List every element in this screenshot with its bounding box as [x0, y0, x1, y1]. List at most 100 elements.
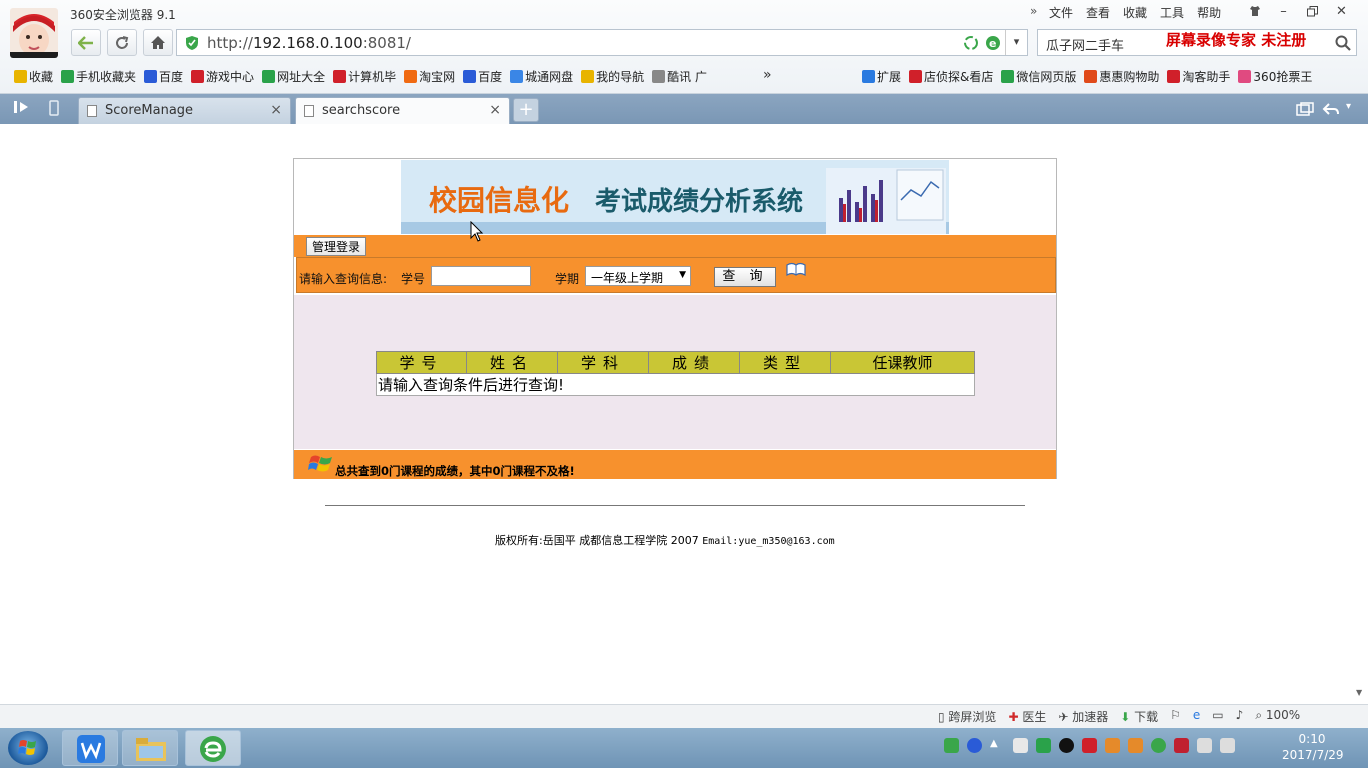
bookmark-item[interactable]: 网址大全 [262, 68, 325, 85]
student-id-input[interactable] [431, 266, 531, 286]
ie-icon[interactable]: e [1193, 708, 1200, 725]
recycle-icon[interactable] [964, 36, 978, 50]
tab-scoremanage[interactable]: ScoreManage × [78, 97, 291, 124]
tray-expand-icon[interactable]: ▲ [990, 738, 1005, 753]
scroll-down-icon[interactable]: ▼ [1356, 688, 1362, 697]
clock-date: 2017/7/29 [1282, 748, 1344, 762]
tab-close-icon[interactable]: × [489, 102, 501, 118]
extension-item[interactable]: 微信网页版 [1001, 68, 1076, 85]
extension-item[interactable]: 扩展 [862, 68, 901, 85]
flag-icon[interactable]: ⚐ [1170, 708, 1181, 725]
bookmark-icon [1001, 70, 1015, 83]
extension-item[interactable]: 360抢票王 [1238, 68, 1312, 85]
new-tab-button[interactable]: + [513, 98, 539, 122]
extensions-bar: 扩展 店侦探&看店 微信网页版 惠惠购物助 淘客助手 360抢票王 [862, 68, 1316, 85]
extension-item[interactable]: 店侦探&看店 [909, 68, 993, 85]
svg-text:e: e [989, 37, 996, 50]
extension-label: 微信网页版 [1016, 70, 1077, 84]
bookmark-label: 游戏中心 [206, 70, 255, 84]
download-button[interactable]: ⬇ 下载 [1120, 708, 1158, 725]
bookmark-item[interactable]: 计算机毕 [333, 68, 396, 85]
tray-360-icon[interactable] [1151, 738, 1166, 753]
menu-tools[interactable]: 工具 [1160, 4, 1184, 21]
url-dropdown-icon[interactable]: ▾ [1005, 30, 1027, 55]
bookmarks-bar: 收藏 手机收藏夹 百度 游戏中心 网址大全 计算机毕 淘宝网 百度 城通网盘 我的导航 酷讯 广 [14, 68, 711, 85]
bookmark-icon [463, 70, 477, 83]
windows-taskbar: ▲ 0:10 2017/7/29 [0, 728, 1368, 768]
sidebar-toggle-icon[interactable] [14, 100, 30, 114]
bookmarks-more-icon[interactable]: » [763, 67, 772, 83]
back-button[interactable] [71, 29, 101, 56]
taskbar-explorer[interactable] [122, 730, 178, 766]
tray-help-icon[interactable] [967, 738, 982, 753]
extension-item[interactable]: 惠惠购物助 [1084, 68, 1159, 85]
menu-view[interactable]: 查看 [1086, 4, 1110, 21]
minimize-icon[interactable]: – [1269, 0, 1298, 22]
tab-close-icon[interactable]: × [270, 102, 282, 118]
bookmark-icon [404, 70, 418, 83]
col-score: 成绩 [648, 351, 740, 374]
term-selected-value: 一年级上学期 [591, 271, 664, 285]
window-icon[interactable]: ▭ [1212, 708, 1223, 725]
menu-favorites[interactable]: 收藏 [1123, 4, 1147, 21]
menu-more-icon[interactable]: » [1030, 4, 1037, 18]
start-button[interactable] [8, 731, 48, 765]
recording-watermark: 屏幕录像专家 未注册 [1166, 31, 1307, 49]
bookmark-item[interactable]: 百度 [144, 68, 183, 85]
tray-network-icon[interactable] [1197, 738, 1212, 753]
tray-app-icon[interactable] [1174, 738, 1189, 753]
bookmark-item[interactable]: 游戏中心 [191, 68, 254, 85]
svg-text:考试成绩分析系统: 考试成绩分析系统 [595, 186, 803, 217]
bookmark-item[interactable]: 淘宝网 [404, 68, 455, 85]
tray-app-icon[interactable] [1105, 738, 1120, 753]
bookmark-item[interactable]: 城通网盘 [510, 68, 573, 85]
menu-file[interactable]: 文件 [1049, 4, 1073, 21]
bookmark-item[interactable]: 酷讯 广 [652, 68, 707, 85]
menu-help[interactable]: 帮助 [1197, 4, 1221, 21]
search-icon[interactable] [1335, 35, 1351, 51]
tab-searchscore[interactable]: searchscore × [295, 97, 510, 124]
query-button[interactable]: 查 询 [714, 267, 776, 287]
admin-login-button[interactable]: 管理登录 [306, 237, 367, 256]
tray-wechat-icon[interactable] [1036, 738, 1051, 753]
undo-close-icon[interactable] [1322, 102, 1340, 116]
ie-mode-icon[interactable]: e [985, 35, 1001, 51]
tray-media-icon[interactable] [1013, 738, 1028, 753]
tray-app-icon[interactable] [1082, 738, 1097, 753]
address-bar[interactable]: http://192.168.0.100:8081/ e ▾ [176, 29, 1028, 56]
page-icon [304, 105, 314, 117]
undo-dropdown-icon[interactable]: ▾ [1346, 101, 1351, 112]
bookmark-item[interactable]: 百度 [463, 68, 502, 85]
home-button[interactable] [143, 29, 173, 56]
term-select[interactable]: 一年级上学期 ▼ [585, 266, 691, 286]
bookmark-item[interactable]: 手机收藏夹 [61, 68, 136, 85]
user-avatar[interactable] [10, 8, 58, 58]
extension-item[interactable]: 淘客助手 [1167, 68, 1230, 85]
bookmark-icon [191, 70, 205, 83]
tray-qq-icon[interactable] [1059, 738, 1074, 753]
chevron-down-icon: ▼ [679, 270, 686, 280]
bookmark-item[interactable]: 收藏 [14, 68, 53, 85]
tray-app-icon[interactable] [1128, 738, 1143, 753]
app-title: 360安全浏览器 9.1 [70, 8, 176, 22]
results-area: 学号 姓名 学科 成绩 类型 任课教师 请输入查询条件后进行查询! [294, 295, 1056, 449]
doctor-button[interactable]: ✚ 医生 [1008, 708, 1046, 725]
skin-icon[interactable] [1240, 0, 1269, 22]
taskbar-360-browser[interactable] [185, 730, 241, 766]
mobile-icon[interactable] [49, 100, 59, 116]
close-icon[interactable]: ✕ [1327, 0, 1356, 22]
taskbar-clock[interactable]: 0:10 2017/7/29 [1282, 731, 1344, 763]
volume-icon[interactable]: ♪ [1236, 708, 1244, 725]
tray-sogou-icon[interactable] [944, 738, 959, 753]
accelerator-button[interactable]: ✈ 加速器 [1058, 708, 1108, 725]
taskbar-wps[interactable] [62, 730, 118, 766]
cross-screen-button[interactable]: ▯ 跨屏浏览 [938, 708, 996, 725]
svg-text:校园信息化: 校园信息化 [429, 184, 569, 217]
tray-volume-icon[interactable] [1220, 738, 1235, 753]
zoom-button[interactable]: ⌕ 100% [1255, 708, 1300, 725]
refresh-button[interactable] [107, 29, 137, 56]
bookmark-item[interactable]: 我的导航 [581, 68, 644, 85]
restore-icon[interactable] [1298, 0, 1327, 22]
tab-list-icon[interactable] [1296, 102, 1314, 116]
student-id-label: 学号 [401, 272, 426, 286]
